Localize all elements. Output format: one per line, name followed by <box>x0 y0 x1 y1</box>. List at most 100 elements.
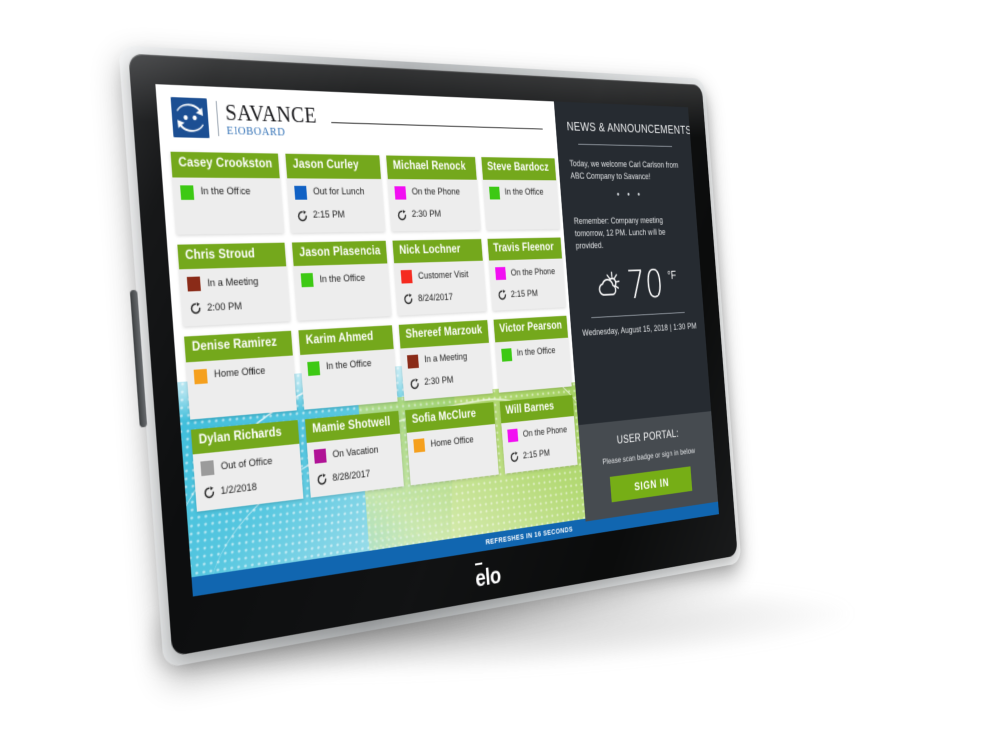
header-divider-rule <box>331 121 543 130</box>
status-time-row: 2:30 PM <box>396 208 474 222</box>
status-card[interactable]: Mamie Shotwell On Vacation 8/28/2017 <box>305 410 404 498</box>
status-card[interactable]: Casey Crookston In the Office <box>170 151 284 235</box>
status-card-name: Mamie Shotwell <box>305 410 401 443</box>
weather-temperature: 70 <box>625 260 665 308</box>
status-card-body: In the Office <box>495 337 571 379</box>
board-header: SAVANCE EIOBOARD <box>155 84 559 157</box>
news-item-2: Remember: Company meeting tomorrow, 12 P… <box>573 214 666 251</box>
status-row: Home Office <box>193 363 288 384</box>
status-row: Home Office <box>413 431 490 453</box>
status-card[interactable]: Travis Fleenor On the Phone 2:15 PM <box>487 237 566 311</box>
status-row: In the Office <box>307 356 389 376</box>
status-time-row: 8/28/2017 <box>316 464 398 487</box>
status-label: In the Office <box>200 185 251 198</box>
user-portal-subtitle: Please scan badge or sign in below <box>602 445 696 467</box>
status-label: On the Phone <box>411 186 461 198</box>
status-label: In the Office <box>325 358 372 373</box>
status-color-swatch <box>407 354 419 369</box>
status-label: In the Office <box>319 272 366 286</box>
status-card-name: Denise Ramirez <box>184 330 293 362</box>
refresh-clock-icon <box>409 377 421 391</box>
status-time-row: 2:15 PM <box>509 444 572 464</box>
status-card-name: Karim Ahmed <box>298 325 394 355</box>
status-label: In the Office <box>516 345 556 359</box>
status-label: On the Phone <box>510 266 556 279</box>
status-color-swatch <box>180 184 195 200</box>
status-label: Customer Visit <box>417 268 469 282</box>
status-color-swatch <box>193 368 208 384</box>
status-card-spacer <box>308 369 390 385</box>
status-label: On the Phone <box>522 424 568 440</box>
status-card[interactable]: Sofia McClure Home Office <box>405 401 499 486</box>
status-card[interactable]: Jason Plasencia In the Office <box>291 240 392 321</box>
status-time: 2:30 PM <box>411 208 442 221</box>
status-card[interactable]: Jason Curley Out for Lunch 2:15 PM <box>285 153 385 233</box>
status-label: In the Office <box>504 187 544 198</box>
status-card[interactable]: Denise Ramirez Home Office <box>184 330 297 420</box>
status-label: Out of Office <box>220 454 273 473</box>
status-card-name: Steve Bardocz <box>481 157 557 180</box>
partly-cloudy-icon <box>594 268 623 305</box>
status-card-body: In a Meeting 2:00 PM <box>179 266 290 326</box>
status-time-row: 8/24/2017 <box>402 290 480 306</box>
refresh-clock-icon <box>189 301 203 316</box>
status-card[interactable]: Nick Lochner Customer Visit 8/24/2017 <box>392 238 487 316</box>
status-time: 2:15 PM <box>312 209 346 222</box>
status-color-swatch <box>500 347 512 362</box>
status-card-body: In the Office <box>483 179 559 216</box>
weather-rule <box>591 311 685 318</box>
status-card-body: In the Office <box>300 348 396 395</box>
scene: SAVANCE EIOBOARD Casey Crookston In the O… <box>0 0 1000 750</box>
status-label: On Vacation <box>332 443 379 461</box>
refresh-clock-icon <box>496 289 507 302</box>
status-card-body: In the Office <box>294 263 391 306</box>
status-card[interactable]: Dylan Richards Out of Office 1/2/2018 <box>190 419 304 512</box>
status-card-name: Dylan Richards <box>190 419 300 455</box>
status-card[interactable]: Chris Stroud In a Meeting 2:00 PM <box>177 242 291 327</box>
status-time: 2:15 PM <box>510 287 539 300</box>
status-card[interactable]: Karim Ahmed In the Office <box>298 325 398 410</box>
status-row: On the Phone <box>394 185 472 200</box>
status-time: 8/28/2017 <box>332 467 371 484</box>
status-color-swatch <box>200 460 215 477</box>
status-row: Out of Office <box>200 452 294 477</box>
status-card[interactable]: Michael Renock On the Phone 2:30 PM <box>386 155 481 231</box>
refresh-clock-icon <box>296 209 309 223</box>
status-row: In a Meeting <box>407 350 485 369</box>
status-card[interactable]: Shereef Marzouk In a Meeting 2:30 PM <box>398 320 493 401</box>
sign-in-button[interactable]: SIGN IN <box>609 466 693 503</box>
refresh-clock-icon <box>202 485 216 501</box>
logo-divider <box>215 100 220 137</box>
status-board-panel: SAVANCE EIOBOARD Casey Crookston In the O… <box>155 84 587 597</box>
status-card-body: Home Office <box>186 355 296 405</box>
status-card-body: On the Phone 2:30 PM <box>388 179 480 231</box>
status-row: On Vacation <box>313 441 396 464</box>
status-card-name: Michael Renock <box>386 155 477 180</box>
status-color-swatch <box>186 276 201 292</box>
news-title: NEWS & ANNOUNCEMENTS: <box>566 118 695 137</box>
status-card-body: Out of Office 1/2/2018 <box>193 444 304 512</box>
news-announcements-section: NEWS & ANNOUNCEMENTS: Today, we welcome … <box>553 101 712 426</box>
monitor-bezel: SAVANCE EIOBOARD Casey Crookston In the O… <box>128 53 738 657</box>
status-row: On the Phone <box>506 423 570 443</box>
savance-logo-icon <box>170 97 210 139</box>
status-row: Out for Lunch <box>294 185 376 200</box>
status-card-body: Home Office <box>407 424 498 472</box>
weather-widget: 70 °F <box>577 260 693 308</box>
product-name: EIOBOARD <box>226 123 286 139</box>
elo-logo: elo <box>169 521 737 646</box>
elo-macron <box>475 562 483 566</box>
status-time: 8/24/2017 <box>417 291 454 305</box>
status-label: In a Meeting <box>423 351 468 366</box>
status-time-row: 2:15 PM <box>296 208 378 222</box>
status-card[interactable]: Will Barnes On the Phone 2:15 PM <box>499 394 578 474</box>
status-card-spacer <box>302 284 384 297</box>
status-card[interactable]: Steve Bardocz In the Office <box>481 157 560 230</box>
status-color-swatch <box>307 360 321 376</box>
status-color-swatch <box>313 448 327 464</box>
status-card-name: Nick Lochner <box>392 238 483 264</box>
news-separator-dots: • • • <box>616 188 644 200</box>
status-card-body: In the Office <box>172 177 282 220</box>
status-card-name: Jason Plasencia <box>291 240 388 267</box>
status-card[interactable]: Victor Pearson In the Office <box>493 315 572 393</box>
